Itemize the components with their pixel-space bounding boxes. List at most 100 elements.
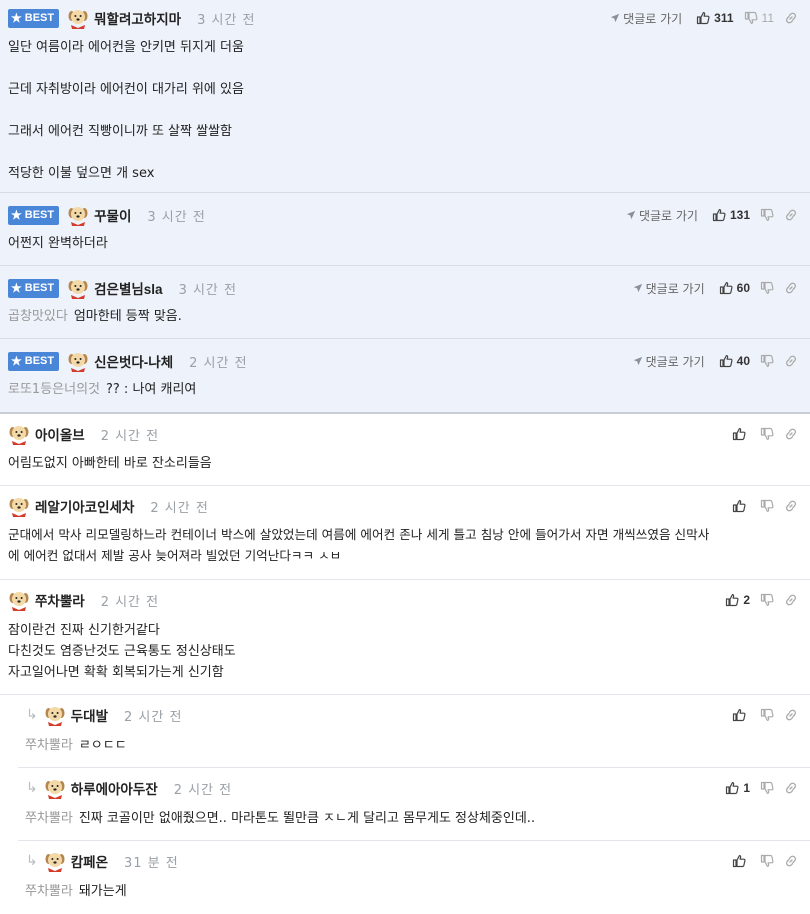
timestamp: 2 시간 전 xyxy=(189,355,248,371)
reply-arrow-icon xyxy=(633,283,643,293)
upvote-count: 40 xyxy=(736,354,750,368)
comment-header: ↳ 캄페온 31 분 전 xyxy=(26,851,810,871)
link-button[interactable] xyxy=(784,854,798,868)
nickname[interactable]: 신은벗다-나체 xyxy=(94,351,173,371)
comment: 레알기아코인세차 2 시간 전 군대에서 막사 리모델링하느라 컨테이너 박스에… xyxy=(0,486,810,580)
best-comment: ★ BEST 검은별님sla 3 시간 전 댓글로 가기 60 곱창맛있다 엄마한테… xyxy=(0,266,810,339)
comment-header: ↳ 하루에아아두잔 2 시간 전 1 xyxy=(26,778,810,798)
link-button[interactable] xyxy=(784,11,798,25)
downvote-button[interactable] xyxy=(760,281,774,295)
nickname[interactable]: 캄페온 xyxy=(71,851,108,871)
nickname[interactable]: 레알기아코인세차 xyxy=(35,496,134,516)
timestamp: 2 시간 전 xyxy=(100,428,160,444)
thumbs-down-icon xyxy=(760,281,774,295)
timestamp: 3 시간 전 xyxy=(178,282,237,298)
link-button[interactable] xyxy=(784,708,798,722)
downvote-button[interactable] xyxy=(760,208,774,222)
downvote-button[interactable] xyxy=(760,781,774,795)
upvote-button[interactable] xyxy=(732,708,750,722)
timestamp: 2 시간 전 xyxy=(173,782,233,798)
comment-actions xyxy=(732,705,798,725)
downvote-button[interactable] xyxy=(760,354,774,368)
link-icon xyxy=(784,593,798,607)
comment-body: 일단 여름이라 에어컨을 안키면 뒤지게 더움 근데 자취방이라 에어컨이 대가… xyxy=(8,40,244,181)
upvote-button[interactable]: 40 xyxy=(719,354,750,368)
go-to-reply-link[interactable]: 댓글로 가기 xyxy=(633,280,705,297)
downvote-button[interactable] xyxy=(760,499,774,513)
comment-header: ★ BEST 검은별님sla 3 시간 전 댓글로 가기 60 xyxy=(8,278,810,298)
quoted-nickname[interactable]: 곱창맛있다 xyxy=(8,309,68,324)
upvote-button[interactable] xyxy=(732,499,750,513)
link-button[interactable] xyxy=(784,427,798,441)
upvote-button[interactable]: 131 xyxy=(712,208,750,222)
thumbs-up-icon xyxy=(719,281,733,295)
go-to-reply-link[interactable]: 댓글로 가기 xyxy=(610,10,682,27)
link-button[interactable] xyxy=(784,281,798,295)
downvote-button[interactable] xyxy=(760,593,774,607)
thumbs-up-icon xyxy=(732,427,746,441)
link-button[interactable] xyxy=(784,499,798,513)
comment-header: ★ BEST 신은벗다-나체 2 시간 전 댓글로 가기 40 xyxy=(8,351,810,371)
thumbs-up-icon xyxy=(732,708,746,722)
upvote-button[interactable] xyxy=(732,854,750,868)
quoted-nickname[interactable]: 로또1등은너의것 xyxy=(8,382,100,397)
reply-arrow-icon xyxy=(626,210,636,220)
dog-avatar-icon xyxy=(8,495,30,517)
link-icon xyxy=(784,708,798,722)
reply-arrow-icon xyxy=(633,356,643,366)
star-icon: ★ xyxy=(11,11,22,25)
thumbs-up-icon xyxy=(732,854,746,868)
thumbs-down-icon xyxy=(760,593,774,607)
nickname[interactable]: 검은별님sla xyxy=(94,278,162,298)
nickname[interactable]: 하루에아아두잔 xyxy=(71,778,158,798)
comment-actions: 댓글로 가기 131 xyxy=(626,205,798,225)
link-button[interactable] xyxy=(784,208,798,222)
star-icon: ★ xyxy=(11,208,22,222)
link-button[interactable] xyxy=(784,781,798,795)
comment-body: 쭈차뿔라 돼가는게 xyxy=(25,884,127,899)
nickname[interactable]: 아이올브 xyxy=(35,424,85,444)
nickname[interactable]: 꾸물이 xyxy=(94,205,131,225)
thumbs-up-icon xyxy=(725,781,739,795)
sub-reply-arrow-icon: ↳ xyxy=(26,780,38,796)
downvote-button[interactable] xyxy=(760,854,774,868)
comment-actions: 2 xyxy=(725,590,798,610)
dog-avatar-icon xyxy=(44,850,66,872)
nickname[interactable]: 두대발 xyxy=(71,705,108,725)
upvote-button[interactable]: 2 xyxy=(725,593,750,607)
link-icon xyxy=(784,499,798,513)
reply-arrow-icon xyxy=(610,13,620,23)
thumbs-up-icon xyxy=(696,11,710,25)
comment-actions xyxy=(732,424,798,444)
downvote-button[interactable]: 11 xyxy=(744,11,774,25)
upvote-button[interactable] xyxy=(732,427,750,441)
comment-header: 쭈차뿔라 2 시간 전 2 xyxy=(8,590,810,610)
dog-avatar-icon xyxy=(67,7,89,29)
quoted-nickname[interactable]: 쭈차뿔라 xyxy=(25,811,73,826)
nickname[interactable]: 쭈차뿔라 xyxy=(35,590,85,610)
go-to-reply-link[interactable]: 댓글로 가기 xyxy=(633,353,705,370)
upvote-button[interactable]: 1 xyxy=(725,781,750,795)
downvote-button[interactable] xyxy=(760,427,774,441)
link-button[interactable] xyxy=(784,593,798,607)
best-badge: ★ BEST xyxy=(8,205,60,225)
link-button[interactable] xyxy=(784,354,798,368)
comment-body: 쭈차뿔라 ㄹㅇㄷㄷ xyxy=(25,738,127,753)
comment-header: 아이올브 2 시간 전 xyxy=(8,424,810,444)
dog-avatar-icon xyxy=(67,350,89,372)
downvote-button[interactable] xyxy=(760,708,774,722)
upvote-button[interactable]: 60 xyxy=(719,281,750,295)
comment-body: 군대에서 막사 리모델링하느라 컨테이너 박스에 살았었는데 여름에 에어컨 존… xyxy=(8,527,710,563)
comment-body: 어쩐지 완벽하더라 xyxy=(8,236,108,251)
thumbs-up-icon xyxy=(712,208,726,222)
comment-header: 레알기아코인세차 2 시간 전 xyxy=(8,496,810,516)
nickname[interactable]: 뭐할려고하지마 xyxy=(94,8,181,28)
quoted-nickname[interactable]: 쭈차뿔라 xyxy=(25,738,73,753)
comment-body: 곱창맛있다 엄마한테 등짝 맞음. xyxy=(8,309,182,324)
timestamp: 3 시간 전 xyxy=(147,209,206,225)
go-to-reply-link[interactable]: 댓글로 가기 xyxy=(626,207,698,224)
upvote-button[interactable]: 311 xyxy=(696,11,734,25)
thumbs-up-icon xyxy=(725,593,739,607)
timestamp: 2 시간 전 xyxy=(124,709,183,725)
quoted-nickname[interactable]: 쭈차뿔라 xyxy=(25,884,73,899)
